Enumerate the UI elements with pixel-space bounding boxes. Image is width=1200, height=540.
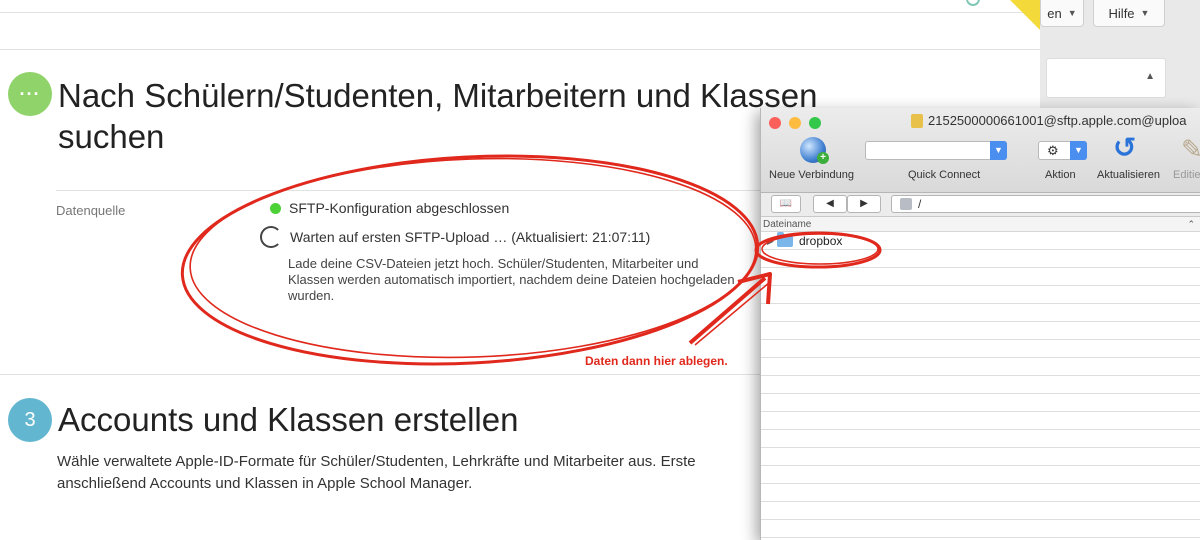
action-label: Aktion (1045, 169, 1076, 181)
gear-icon: ⚙ (1047, 143, 1059, 158)
status-sftp-complete: SFTP-Konfiguration abgeschlossen (270, 200, 509, 216)
column-header-label: Dateiname (763, 219, 812, 230)
disk-icon (900, 198, 912, 210)
yellow-corner-decoration (1010, 0, 1040, 30)
step-title-search-cont: suchen (58, 118, 165, 155)
back-arrow-icon: ◀ (826, 198, 834, 209)
chevron-down-icon: ▼ (1067, 8, 1077, 18)
sort-caret-icon: ⌃ (1187, 219, 1195, 229)
top-menu-button-1[interactable]: en ▼ (1040, 0, 1084, 27)
upload-instructions: Lade deine CSV-Dateien jetzt hoch. Schül… (288, 256, 735, 303)
close-window-button[interactable] (769, 117, 781, 129)
navigation-bar: 📖 ◀ ▶ / (761, 193, 1200, 217)
action-menu-button[interactable]: ⚙ ▼ (1038, 141, 1087, 160)
pencil-icon: ✎ (1181, 134, 1200, 164)
annotation-text: Daten dann hier ablegen. (585, 354, 728, 368)
chevron-down-icon: ▼ (1070, 141, 1087, 160)
background-panel: ▲ (1046, 58, 1166, 98)
chevron-up-icon[interactable]: ▲ (1145, 71, 1155, 82)
refresh-icon: ↺ (1113, 132, 1137, 163)
top-menu-button-1-label: en (1047, 5, 1062, 21)
loading-spinner-icon (260, 226, 282, 248)
chevron-down-icon: ▼ (1140, 8, 1150, 18)
chevron-down-icon[interactable]: ▼ (990, 141, 1007, 160)
plus-icon: + (817, 152, 829, 164)
step-accounts-description-line1: Wähle verwaltete Apple-ID-Formate für Sc… (57, 453, 696, 470)
status-sftp-complete-text: SFTP-Konfiguration abgeschlossen (289, 200, 510, 216)
divider (0, 49, 1040, 50)
zoom-window-button[interactable] (809, 117, 821, 129)
step-accounts-description-line2: anschließend Accounts und Klassen in App… (57, 475, 473, 492)
minimize-window-button[interactable] (789, 117, 801, 129)
path-selector[interactable]: / (891, 195, 1200, 213)
step-title-search: Nach Schülern/Studenten, Mitarbeitern un… (58, 77, 818, 114)
document-icon (911, 113, 923, 128)
screen: en ▼ Hilfe ▼ ▲ ··· Nach Schülern/Student… (0, 0, 1200, 540)
help-menu-label: Hilfe (1108, 5, 1135, 21)
file-row[interactable]: ▶ dropbox (761, 232, 1200, 250)
forward-button[interactable]: ▶ (847, 195, 881, 213)
refresh-label: Aktualisieren (1097, 169, 1160, 181)
back-button[interactable]: ◀ (813, 195, 847, 213)
step-title-accounts: Accounts und Klassen erstellen (58, 401, 519, 438)
step-badge-3: 3 (8, 398, 52, 442)
current-path: / (918, 197, 922, 211)
status-waiting-upload-text: Warten auf ersten SFTP-Upload … (Aktuali… (290, 229, 651, 245)
window-title-text: 2152500000661001@sftp.apple.com@uploa (928, 113, 1187, 128)
quick-connect-label: Quick Connect (908, 169, 981, 181)
new-connection-label: Neue Verbindung (769, 169, 855, 181)
step-accounts-description: Wähle verwaltete Apple-ID-Formate für Sc… (57, 451, 777, 495)
status-ring-icon (966, 0, 980, 6)
quick-connect-combobox[interactable]: ▼ (865, 141, 1007, 160)
column-header-filename[interactable]: Dateiname ⌃ (761, 217, 1200, 232)
disclosure-triangle-icon[interactable]: ▶ (767, 236, 777, 247)
step-number: 3 (24, 408, 36, 431)
datasource-label: Datenquelle (56, 203, 126, 218)
folder-icon (777, 232, 793, 247)
file-name: dropbox (799, 234, 843, 248)
book-icon: 📖 (779, 198, 793, 209)
window-title: 2152500000661001@sftp.apple.com@uploa (911, 113, 1186, 128)
forward-arrow-icon: ▶ (860, 198, 868, 209)
success-dot-icon (270, 202, 281, 214)
ellipsis-icon: ··· (19, 83, 41, 104)
bookmarks-button[interactable]: 📖 (771, 195, 801, 213)
edit-label: Editie (1173, 169, 1200, 181)
step-badge-in-progress: ··· (8, 72, 52, 116)
help-menu-button[interactable]: Hilfe ▼ (1093, 0, 1165, 27)
window-toolbar: 2152500000661001@sftp.apple.com@uploa + … (761, 108, 1200, 193)
status-waiting-upload: Warten auf ersten SFTP-Upload … (Aktuali… (260, 226, 651, 248)
sftp-client-window: 2152500000661001@sftp.apple.com@uploa + … (760, 108, 1200, 540)
file-list (761, 232, 1200, 540)
divider (0, 12, 1040, 13)
